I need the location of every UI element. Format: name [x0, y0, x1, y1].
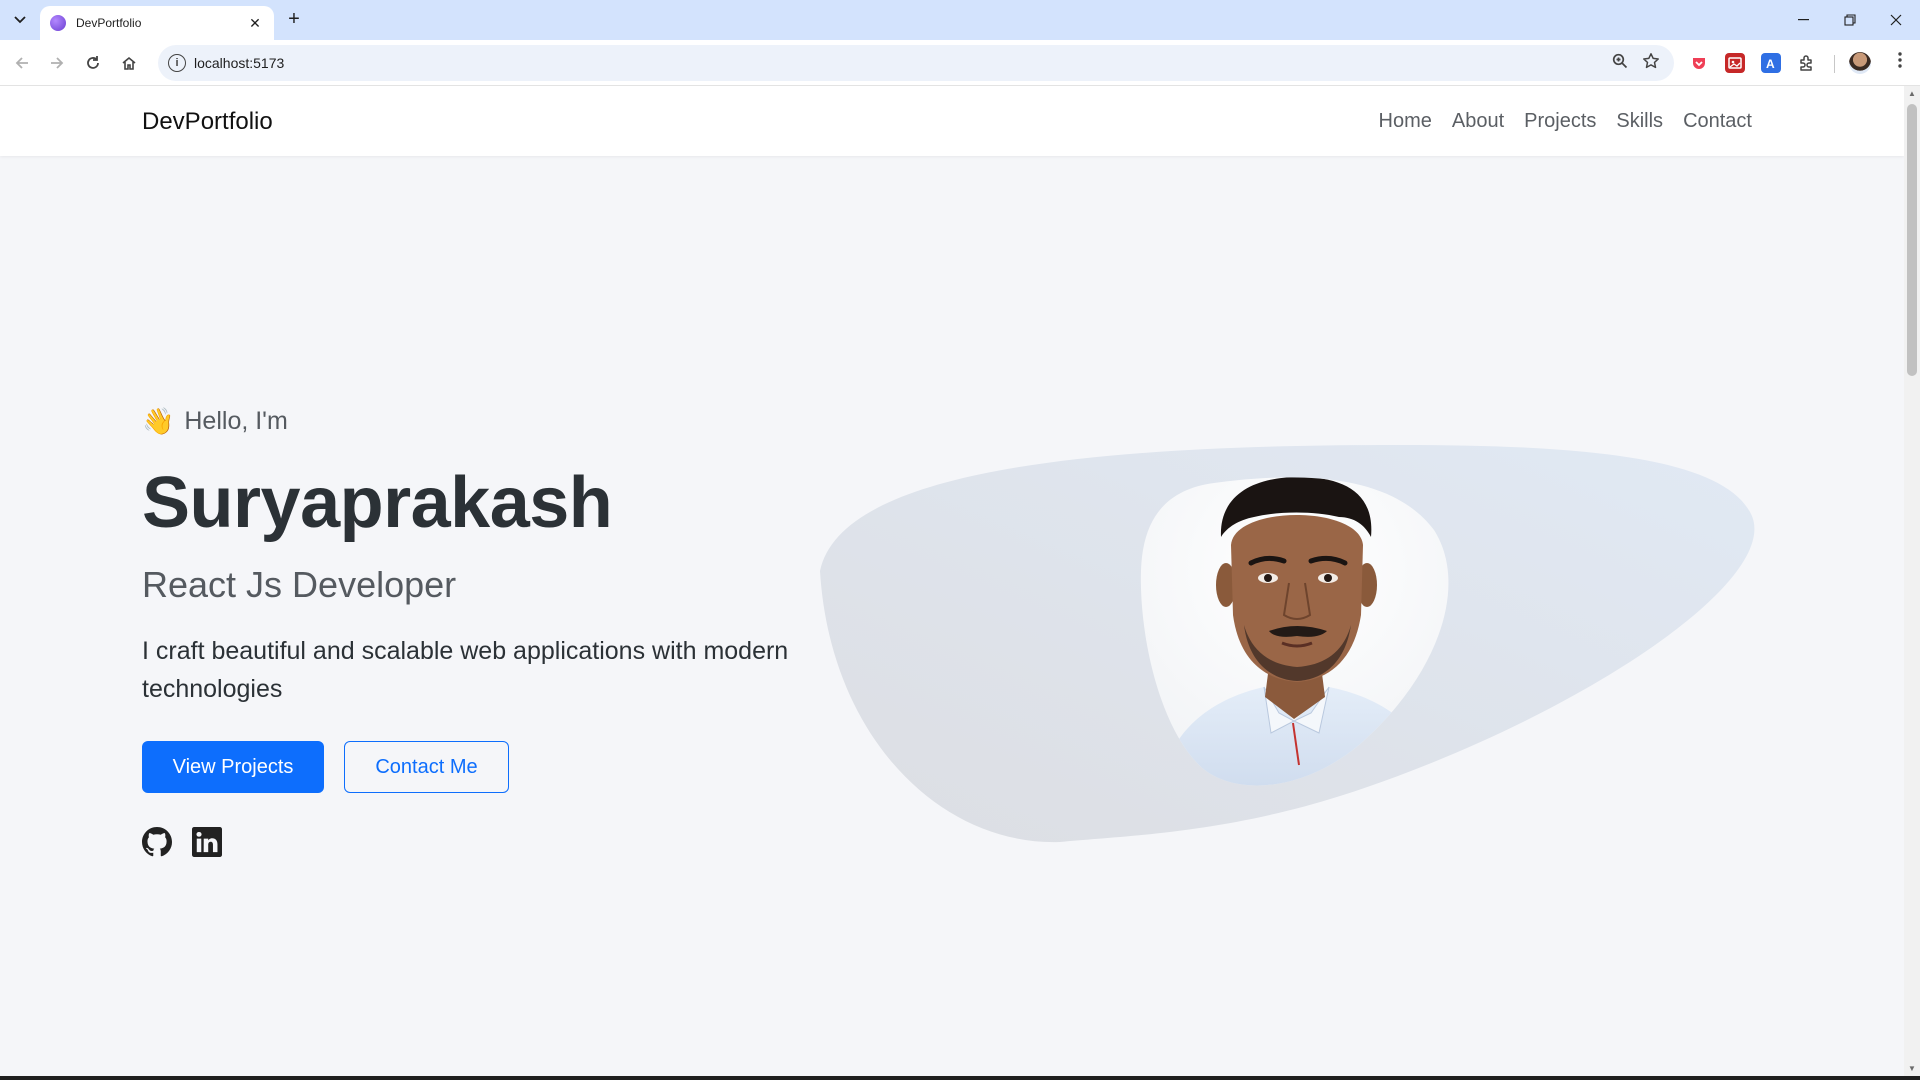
new-tab-icon[interactable]: + — [282, 8, 306, 32]
toolbar-divider — [1834, 55, 1835, 73]
wave-emoji: 👋 — [142, 406, 175, 436]
extensions-icon[interactable] — [1797, 53, 1817, 73]
reload-icon[interactable] — [81, 51, 105, 75]
restore-icon[interactable] — [1827, 0, 1873, 40]
close-window-icon[interactable] — [1873, 0, 1919, 40]
browser-tab[interactable]: DevPortfolio ✕ — [40, 6, 274, 40]
linkedin-icon[interactable] — [192, 827, 222, 857]
scroll-down-icon[interactable]: ▼ — [1908, 1064, 1916, 1073]
window-bottom-edge — [0, 1076, 1920, 1080]
translate-extension-icon[interactable]: A — [1761, 53, 1781, 73]
profile-photo — [1140, 477, 1449, 786]
pocket-extension-icon[interactable] — [1689, 53, 1709, 73]
profile-avatar[interactable] — [1849, 52, 1871, 74]
favicon-icon — [50, 15, 66, 31]
site-brand[interactable]: DevPortfolio — [142, 108, 273, 136]
greeting-text: Hello, I'm — [184, 407, 288, 435]
nav-link-home[interactable]: Home — [1379, 110, 1432, 133]
nav-links: Home About Projects Skills Contact — [1379, 110, 1752, 133]
home-icon[interactable] — [117, 51, 141, 75]
forward-icon[interactable] — [45, 51, 69, 75]
bookmark-star-icon[interactable] — [1642, 52, 1660, 75]
hero-name: Suryaprakash — [142, 463, 613, 543]
tab-list-icon[interactable] — [8, 8, 32, 32]
github-icon[interactable] — [142, 827, 172, 857]
menu-icon[interactable] — [1890, 52, 1910, 74]
close-icon[interactable]: ✕ — [246, 15, 264, 32]
nav-link-skills[interactable]: Skills — [1616, 110, 1663, 133]
nav-link-projects[interactable]: Projects — [1524, 110, 1596, 133]
view-projects-button[interactable]: View Projects — [142, 741, 324, 793]
image-extension-icon[interactable] — [1725, 53, 1745, 73]
minimize-icon[interactable] — [1781, 0, 1827, 40]
browser-tab-bar: DevPortfolio ✕ + — [0, 0, 1920, 40]
page-viewport: DevPortfolio Home About Projects Skills … — [0, 86, 1904, 1076]
scroll-up-icon[interactable]: ▲ — [1908, 89, 1916, 98]
hero-role: React Js Developer — [142, 564, 457, 605]
zoom-icon[interactable] — [1612, 53, 1628, 74]
tab-title: DevPortfolio — [76, 16, 142, 30]
page-scrollbar[interactable]: ▲ ▼ — [1904, 86, 1920, 1076]
contact-me-button[interactable]: Contact Me — [344, 741, 509, 793]
url-text[interactable]: localhost:5173 — [194, 55, 284, 71]
browser-toolbar: i localhost:5173 A — [0, 40, 1920, 86]
hero-greeting: 👋 Hello, I'm — [142, 406, 288, 437]
address-bar[interactable]: i localhost:5173 — [158, 45, 1674, 81]
nav-link-contact[interactable]: Contact — [1683, 110, 1752, 133]
back-icon[interactable] — [10, 51, 34, 75]
scrollbar-thumb[interactable] — [1907, 104, 1917, 376]
site-navbar: DevPortfolio Home About Projects Skills … — [0, 86, 1904, 156]
svg-text:A: A — [1766, 57, 1775, 71]
hero-description: I craft beautiful and scalable web appli… — [142, 637, 789, 703]
site-info-icon[interactable]: i — [168, 54, 186, 72]
nav-link-about[interactable]: About — [1452, 110, 1504, 133]
